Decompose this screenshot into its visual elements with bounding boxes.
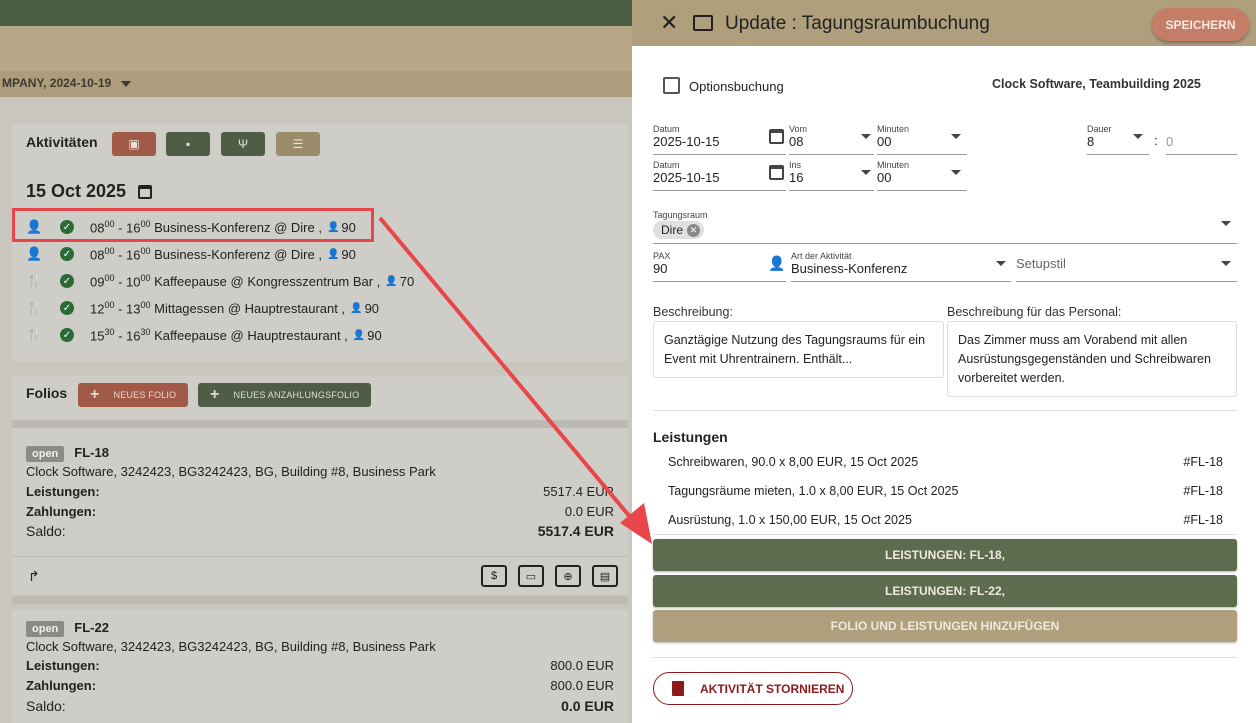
annotation-arrow [378,216,652,544]
arrow-line [378,216,638,526]
